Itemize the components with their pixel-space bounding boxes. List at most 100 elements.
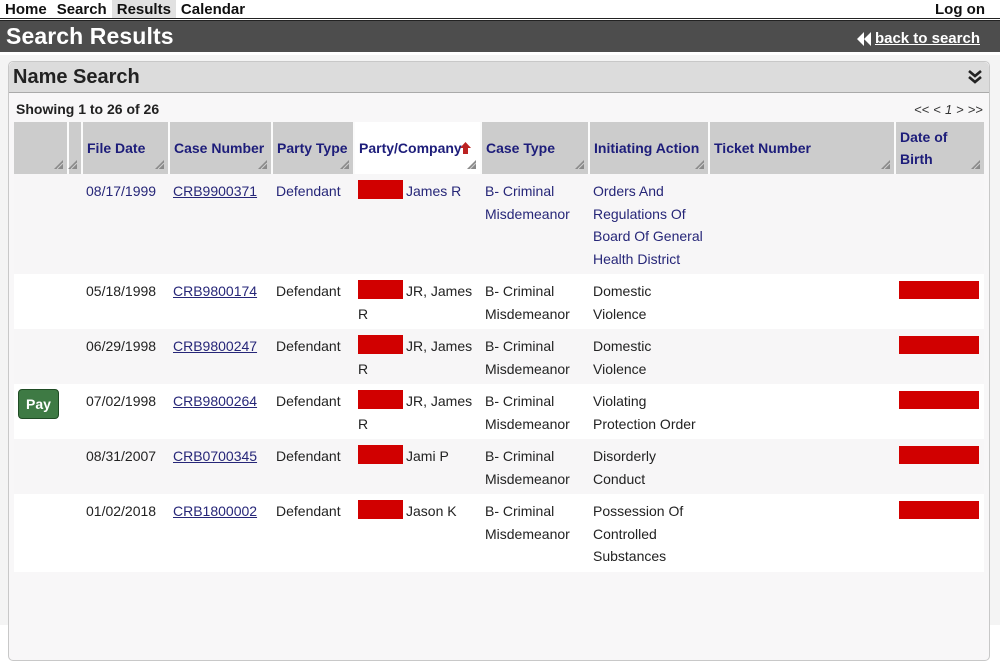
column-header-file-date[interactable]: File Date [81, 122, 169, 174]
cell-case-number: CRB1800002 [169, 494, 272, 572]
cell-dob [895, 384, 984, 439]
cell-initiating-action: Orders And Regulations Of Board Of Gener… [589, 174, 709, 274]
sort-ascending-icon [459, 138, 471, 160]
case-type: B- Criminal Misdemeanor [485, 448, 570, 487]
table-body: 08/17/1999 CRB9900371 Defendant James R B- C… [14, 174, 984, 572]
top-nav: Home Search Results Calendar Log on [0, 0, 1000, 21]
table-row[interactable]: 06/29/1998 CRB9800247 Defendant JR, James R… [14, 329, 984, 384]
column-resize-grip-icon[interactable] [695, 160, 704, 169]
column-header-party-company[interactable]: Party/Company [353, 122, 481, 174]
cell-action [14, 274, 68, 329]
pager-current[interactable]: 1 [945, 102, 952, 117]
pay-button[interactable]: Pay [18, 389, 59, 419]
initiating-action: Violating Protection Order [593, 393, 696, 432]
double-chevron-down-icon[interactable] [967, 69, 983, 85]
redacted-dob [899, 336, 979, 354]
pager-last[interactable]: >> [968, 102, 983, 117]
redacted-surname [358, 280, 403, 299]
cell-party-type: Defendant [272, 384, 354, 439]
pager-prev[interactable]: < [933, 102, 941, 117]
initiating-action: Domestic Violence [593, 283, 652, 322]
results-count: Showing 1 to 26 of 26 [16, 101, 160, 117]
panel-header: Name Search [9, 62, 989, 93]
table-row[interactable]: 08/17/1999 CRB9900371 Defendant James R B- C… [14, 174, 984, 274]
redacted-surname [358, 445, 403, 464]
column-header-case-type[interactable]: Case Type [480, 122, 589, 174]
party-name: Jason K [406, 503, 457, 519]
redacted-surname [358, 390, 403, 409]
column-header-blank[interactable] [67, 122, 82, 174]
cell-file-date: 08/17/1999 [82, 174, 169, 274]
column-header-label: Case Number [174, 140, 265, 156]
column-resize-grip-icon[interactable] [340, 160, 349, 169]
column-resize-grip-icon[interactable] [155, 160, 164, 169]
column-resize-grip-icon[interactable] [971, 160, 980, 169]
top-nav-links: Home Search Results Calendar [0, 0, 250, 18]
cell-blank [68, 384, 82, 439]
column-header-action[interactable] [14, 122, 68, 174]
pager-first[interactable]: << [914, 102, 929, 117]
nav-calendar[interactable]: Calendar [176, 0, 250, 18]
column-header-case-number[interactable]: Case Number [168, 122, 272, 174]
column-header-initiating-action[interactable]: Initiating Action [588, 122, 709, 174]
case-number-link[interactable]: CRB9800247 [173, 338, 257, 354]
column-header-ticket-number[interactable]: Ticket Number [708, 122, 895, 174]
cell-ticket-number [709, 329, 895, 384]
table-row[interactable]: Pay 07/02/1998 CRB9800264 Defendant JR, Jame… [14, 384, 984, 439]
cell-initiating-action: Possession Of Controlled Substances [589, 494, 709, 572]
cell-action: Pay [14, 384, 68, 439]
nav-search[interactable]: Search [52, 0, 112, 18]
table-row[interactable]: 01/02/2018 CRB1800002 Defendant Jason K B- C… [14, 494, 984, 572]
cell-party-type: Defendant [272, 329, 354, 384]
case-number-link[interactable]: CRB1800002 [173, 503, 257, 519]
cell-dob [895, 174, 984, 274]
file-date: 08/31/2007 [86, 448, 157, 464]
cell-party-company: Jami P [354, 439, 481, 494]
cell-dob [895, 274, 984, 329]
pager-next[interactable]: > [956, 102, 964, 117]
log-on-link[interactable]: Log on [930, 0, 1000, 18]
column-header-party-type[interactable]: Party Type [271, 122, 354, 174]
cell-action [14, 439, 68, 494]
cell-file-date: 06/29/1998 [82, 329, 169, 384]
column-resize-grip-icon[interactable] [881, 160, 890, 169]
file-date: 08/17/1999 [86, 183, 157, 199]
case-number-link[interactable]: CRB9900371 [173, 183, 257, 199]
cell-party-company: James R [354, 174, 481, 274]
case-number-link[interactable]: CRB9800264 [173, 393, 257, 409]
cell-case-number: CRB9900371 [169, 174, 272, 274]
redacted-dob [899, 391, 979, 409]
cell-ticket-number [709, 439, 895, 494]
column-resize-grip-icon[interactable] [575, 160, 584, 169]
column-header-dob[interactable]: Date of Birth [894, 122, 984, 174]
file-date: 07/02/1998 [86, 393, 157, 409]
party-type: Defendant [276, 393, 341, 409]
table-row[interactable]: 05/18/1998 CRB9800174 Defendant JR, James R… [14, 274, 984, 329]
pager: << < 1 > >> [914, 102, 983, 117]
nav-home[interactable]: Home [0, 0, 52, 18]
case-type: B- Criminal Misdemeanor [485, 183, 570, 222]
initiating-action: Orders And Regulations Of Board Of Gener… [593, 183, 703, 267]
column-resize-grip-icon[interactable] [258, 160, 267, 169]
case-number-link[interactable]: CRB0700345 [173, 448, 257, 464]
file-date: 06/29/1998 [86, 338, 157, 354]
redacted-dob [899, 446, 979, 464]
table-row[interactable]: 08/31/2007 CRB0700345 Defendant Jami P B- Cr… [14, 439, 984, 494]
cell-blank [68, 274, 82, 329]
column-resize-grip-icon[interactable] [54, 160, 63, 169]
back-to-search-link[interactable]: back to search [856, 30, 980, 47]
cell-party-company: JR, James R [354, 274, 481, 329]
panel-title: Name Search [13, 65, 140, 88]
nav-results[interactable]: Results [111, 0, 176, 18]
cell-party-type: Defendant [272, 274, 354, 329]
case-number-link[interactable]: CRB9800174 [173, 283, 257, 299]
name-search-panel: Name Search Showing 1 to 26 of 26 << < 1… [8, 61, 990, 661]
cell-blank [68, 439, 82, 494]
cell-file-date: 07/02/1998 [82, 384, 169, 439]
redacted-surname [358, 500, 403, 519]
column-resize-grip-icon[interactable] [467, 160, 476, 169]
initiating-action: Disorderly Conduct [593, 448, 657, 487]
cell-case-number: CRB0700345 [169, 439, 272, 494]
cell-case-number: CRB9800174 [169, 274, 272, 329]
column-resize-grip-icon[interactable] [68, 160, 77, 169]
